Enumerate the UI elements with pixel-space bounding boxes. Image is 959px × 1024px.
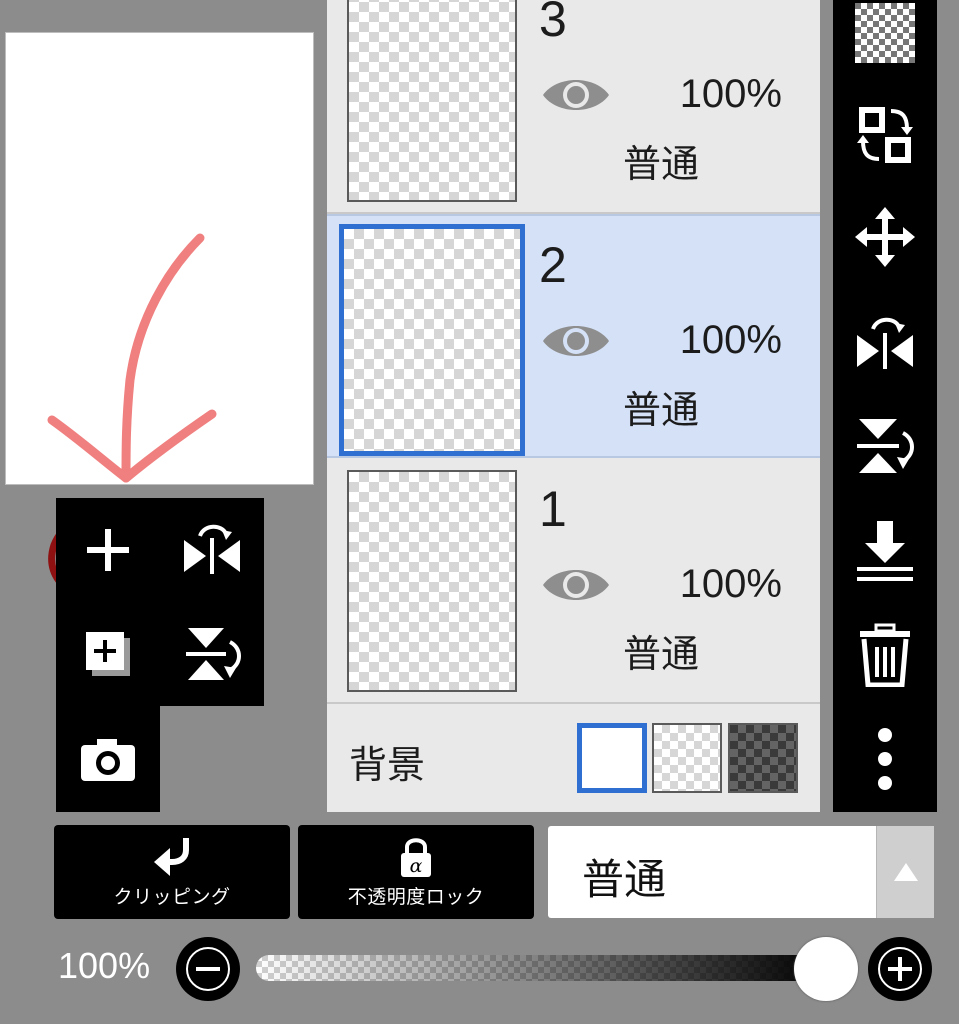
layer-row-2[interactable]: 2 100% 普通 <box>327 214 820 458</box>
layer-panel: 3 100% 普通 2 100% 普通 1 100% 普通 背景 <box>327 0 820 812</box>
lock-icon: α <box>401 837 431 877</box>
opacity-slider-track[interactable] <box>256 955 826 981</box>
layer-number: 1 <box>539 481 567 537</box>
swap-layer-icon <box>857 107 913 163</box>
clipping-button[interactable]: クリッピング <box>54 825 290 919</box>
layer-opacity: 100% <box>679 318 782 362</box>
annotation-arrow-shaft <box>121 233 205 483</box>
move-button[interactable] <box>833 192 937 282</box>
right-toolbar <box>833 0 937 812</box>
layer-number: 2 <box>539 237 567 293</box>
flip-horizontal-icon <box>184 524 240 574</box>
alpha-lock-label: 不透明度ロック <box>347 885 485 908</box>
opacity-increase-button[interactable] <box>868 937 932 1001</box>
opacity-slider-thumb[interactable] <box>794 937 858 1001</box>
annotation-arrow-head <box>47 409 217 483</box>
layer-blend-mode: 普通 <box>623 142 700 186</box>
layer-thumbnail <box>339 224 525 456</box>
blend-mode-dropdown-arrow[interactable] <box>876 826 934 918</box>
merge-down-icon <box>857 521 913 581</box>
camera-button[interactable] <box>56 706 160 812</box>
layer-opacity: 100% <box>679 72 782 116</box>
blend-mode-value: 普通 <box>582 855 667 904</box>
duplicate-layer-button[interactable] <box>56 602 160 706</box>
checker-icon <box>855 3 915 63</box>
triangle-up-icon <box>893 863 918 881</box>
more-icon <box>878 728 892 790</box>
swap-layer-button[interactable] <box>833 90 937 180</box>
move-icon <box>855 207 915 267</box>
background-white-swatch[interactable] <box>577 723 647 793</box>
plus-icon <box>888 957 912 981</box>
background-label: 背景 <box>349 743 426 787</box>
more-options-button[interactable] <box>833 714 937 804</box>
background-row: 背景 <box>327 706 820 812</box>
flip-horizontal-button[interactable] <box>160 498 264 602</box>
background-dark-checker-swatch[interactable] <box>728 723 798 793</box>
visibility-eye-icon[interactable] <box>541 73 611 117</box>
clipping-arrow-icon <box>154 837 189 876</box>
layer-blend-mode: 普通 <box>623 632 700 676</box>
visibility-eye-icon[interactable] <box>541 319 611 363</box>
alpha-lock-button[interactable]: α 不透明度ロック <box>298 825 534 919</box>
layer-opacity: 100% <box>679 562 782 606</box>
merge-down-button[interactable] <box>833 506 937 596</box>
blend-mode-select[interactable]: 普通 <box>548 826 934 918</box>
flip-vertical-icon <box>186 628 241 680</box>
opacity-decrease-button[interactable] <box>176 937 240 1001</box>
trash-icon <box>860 623 910 687</box>
layer-thumbnail <box>347 470 517 692</box>
background-transparent-swatch[interactable] <box>652 723 722 793</box>
flip-vertical-icon <box>857 419 914 473</box>
layer-row-3[interactable]: 3 100% 普通 <box>327 0 820 214</box>
minus-icon <box>196 967 220 971</box>
add-layer-icon <box>87 529 129 571</box>
opacity-percent-label: 100% <box>58 945 151 986</box>
camera-icon <box>81 739 135 781</box>
alpha-symbol: α <box>410 855 423 877</box>
add-layer-button[interactable] <box>56 498 160 602</box>
delete-layer-button[interactable] <box>833 610 937 700</box>
flip-vertical-button-right[interactable] <box>833 400 937 490</box>
transparency-button[interactable] <box>833 0 937 78</box>
visibility-eye-icon[interactable] <box>541 563 611 607</box>
layer-row-1[interactable]: 1 100% 普通 <box>327 460 820 704</box>
flip-vertical-button[interactable] <box>160 602 264 706</box>
layer-number: 3 <box>539 0 567 47</box>
flip-horizontal-button-right[interactable] <box>833 298 937 388</box>
add-layer-copy-icon <box>86 632 130 676</box>
layer-blend-mode: 普通 <box>623 388 700 432</box>
clipping-label: クリッピング <box>113 885 231 908</box>
layer-thumbnail <box>347 0 517 202</box>
flip-horizontal-icon <box>857 317 913 369</box>
